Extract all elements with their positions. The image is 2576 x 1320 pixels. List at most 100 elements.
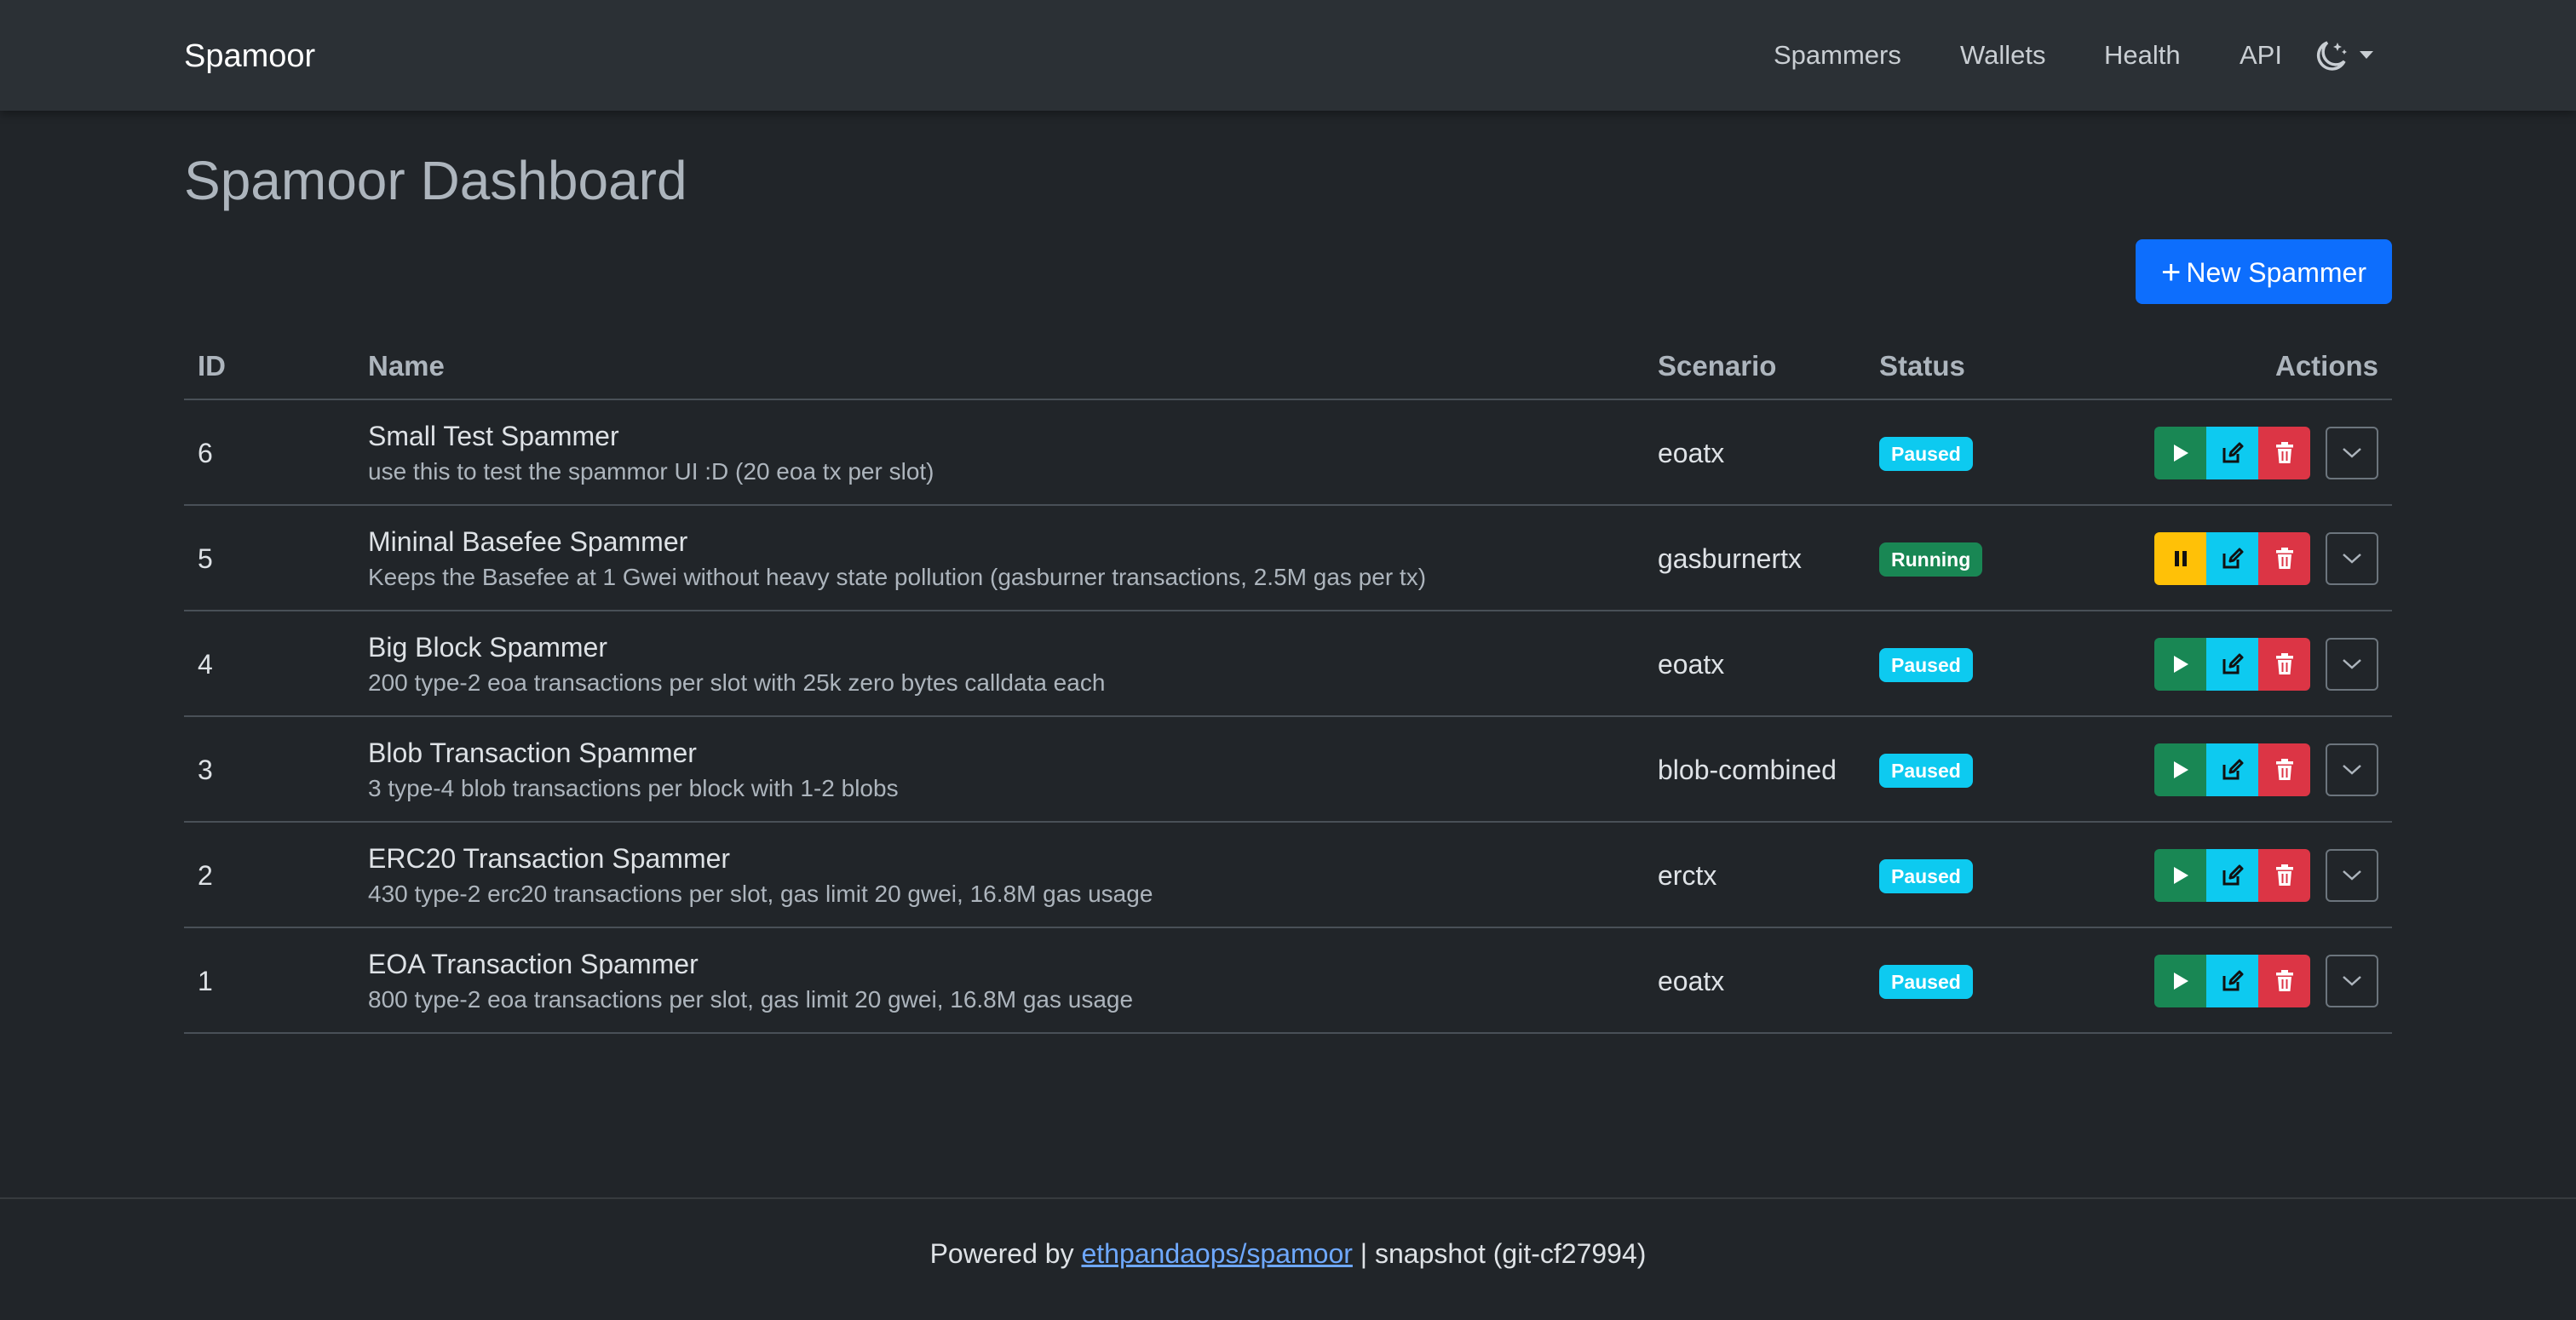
start-button[interactable] [2154, 427, 2206, 479]
nav-link-wallets[interactable]: Wallets [1960, 36, 2045, 75]
nav-link-api[interactable]: API [2240, 36, 2282, 75]
new-spammer-label: New Spammer [2186, 257, 2366, 288]
table-row: 5 Mininal Basefee Spammer Keeps the Base… [184, 506, 2392, 611]
table-row: 6 Small Test Spammer use this to test th… [184, 400, 2392, 506]
chevron-down-icon [2343, 554, 2361, 564]
pause-button[interactable] [2154, 532, 2206, 585]
spammer-description: 200 type-2 eoa transactions per slot wit… [368, 669, 1106, 696]
delete-button[interactable] [2258, 638, 2310, 691]
trash-icon [2275, 442, 2293, 463]
row-actions [2154, 955, 2392, 1007]
expand-button[interactable] [2326, 849, 2378, 902]
expand-button[interactable] [2326, 638, 2378, 691]
row-actions [2154, 849, 2392, 902]
chevron-down-icon [2343, 659, 2361, 669]
pause-icon [2174, 551, 2187, 566]
expand-button[interactable] [2326, 427, 2378, 479]
spammer-name: Big Block Spammer [368, 632, 607, 663]
action-button-group [2154, 955, 2310, 1007]
spammer-description: use this to test the spammor UI :D (20 e… [368, 458, 934, 485]
table-row: 1 EOA Transaction Spammer 800 type-2 eoa… [184, 928, 2392, 1034]
delete-button[interactable] [2258, 955, 2310, 1007]
spammer-id: 4 [198, 649, 213, 680]
footer-text: Powered by ethpandaops/spamoor | snapsho… [0, 1230, 2576, 1277]
action-button-group [2154, 532, 2310, 585]
edit-button[interactable] [2206, 638, 2258, 691]
action-button-group [2154, 638, 2310, 691]
play-icon [2173, 867, 2188, 884]
play-icon [2173, 973, 2188, 990]
trash-icon [2275, 970, 2293, 991]
navbar: Spamoor Spammers Wallets Health API [0, 0, 2576, 111]
edit-button[interactable] [2206, 849, 2258, 902]
footer-prefix: Powered by [929, 1238, 1082, 1269]
row-actions [2154, 532, 2392, 585]
spammer-scenario: eoatx [1658, 649, 1725, 680]
spammer-description: 430 type-2 erc20 transactions per slot, … [368, 881, 1153, 907]
spammers-table: ID Name Scenario Status Actions 6 Small … [184, 332, 2392, 1034]
edit-icon [2222, 653, 2243, 674]
status-badge: Running [1879, 542, 1983, 577]
start-button[interactable] [2154, 743, 2206, 796]
trash-icon [2275, 864, 2293, 886]
edit-button[interactable] [2206, 743, 2258, 796]
delete-button[interactable] [2258, 743, 2310, 796]
start-button[interactable] [2154, 638, 2206, 691]
edit-button[interactable] [2206, 427, 2258, 479]
header-id: ID [198, 350, 226, 382]
nav-link-health[interactable]: Health [2104, 36, 2181, 75]
delete-button[interactable] [2258, 532, 2310, 585]
new-spammer-button[interactable]: + New Spammer [2136, 239, 2392, 304]
expand-button[interactable] [2326, 743, 2378, 796]
spammer-id: 3 [198, 755, 213, 785]
row-actions [2154, 638, 2392, 691]
spammer-scenario: gasburnertx [1658, 543, 1802, 574]
expand-button[interactable] [2326, 532, 2378, 585]
expand-button[interactable] [2326, 955, 2378, 1007]
start-button[interactable] [2154, 955, 2206, 1007]
edit-button[interactable] [2206, 532, 2258, 585]
caret-down-icon [2360, 51, 2373, 59]
brand-link[interactable]: Spamoor [184, 36, 315, 77]
plus-icon: + [2161, 254, 2182, 291]
start-button[interactable] [2154, 849, 2206, 902]
table-header: ID Name Scenario Status Actions [184, 332, 2392, 400]
table-row: 3 Blob Transaction Spammer 3 type-4 blob… [184, 717, 2392, 823]
header-name: Name [368, 350, 445, 382]
spammer-name: Small Test Spammer [368, 421, 619, 451]
spammer-id: 5 [198, 543, 213, 574]
spammer-id: 1 [198, 966, 213, 996]
chevron-down-icon [2343, 976, 2361, 986]
edit-button[interactable] [2206, 955, 2258, 1007]
trash-icon [2275, 548, 2293, 569]
action-button-group [2154, 849, 2310, 902]
play-icon [2173, 656, 2188, 673]
nav-link-spammers[interactable]: Spammers [1774, 36, 1901, 75]
edit-icon [2222, 759, 2243, 780]
spammer-id: 6 [198, 438, 213, 468]
spammer-description: Keeps the Basefee at 1 Gwei without heav… [368, 564, 1427, 590]
chevron-down-icon [2343, 448, 2361, 458]
spammer-scenario: blob-combined [1658, 755, 1837, 785]
theme-toggle-dropdown[interactable] [2315, 37, 2380, 75]
chevron-down-icon [2343, 870, 2361, 881]
status-badge: Paused [1879, 965, 1973, 999]
status-badge: Paused [1879, 859, 1973, 893]
spammer-description: 800 type-2 eoa transactions per slot, ga… [368, 986, 1134, 1013]
trash-icon [2275, 653, 2293, 674]
trash-icon [2275, 759, 2293, 780]
delete-button[interactable] [2258, 427, 2310, 479]
spammer-scenario: eoatx [1658, 966, 1725, 996]
delete-button[interactable] [2258, 849, 2310, 902]
edit-icon [2222, 442, 2243, 463]
status-badge: Paused [1879, 648, 1973, 682]
footer-repo-link[interactable]: ethpandaops/spamoor [1081, 1238, 1352, 1269]
chevron-down-icon [2343, 765, 2361, 775]
table-row: 2 ERC20 Transaction Spammer 430 type-2 e… [184, 823, 2392, 928]
edit-icon [2222, 548, 2243, 569]
header-status: Status [1879, 350, 1965, 382]
table-row: 4 Big Block Spammer 200 type-2 eoa trans… [184, 611, 2392, 717]
header-scenario: Scenario [1658, 350, 1777, 382]
moon-stars-icon [2316, 41, 2373, 71]
footer-version: | snapshot (git-cf27994) [1352, 1238, 1647, 1269]
